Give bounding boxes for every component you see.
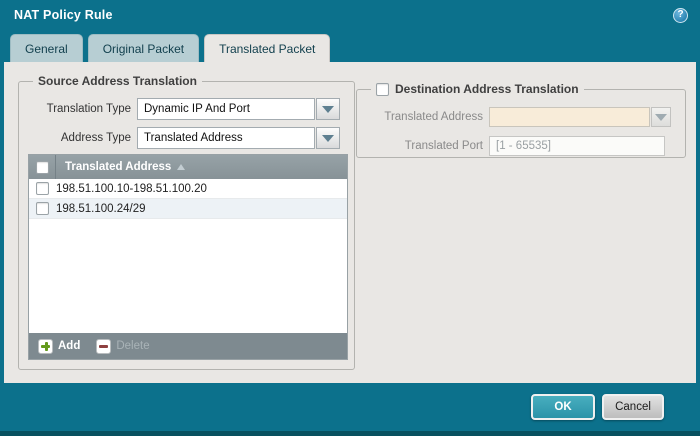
address-cell: 198.51.100.10-198.51.100.20	[56, 182, 207, 195]
sort-ascending-icon	[177, 164, 186, 170]
translated-port-input-disabled	[489, 136, 665, 156]
ok-button[interactable]: OK	[531, 394, 595, 420]
title-bar: NAT Policy Rule ?	[0, 0, 700, 30]
row-checkbox[interactable]	[36, 202, 49, 215]
translated-port-row: Translated Port	[365, 135, 679, 157]
source-section-legend: Source Address Translation	[33, 74, 202, 88]
destination-section-legend: Destination Address Translation	[371, 82, 584, 96]
table-row[interactable]: 198.51.100.10-198.51.100.20	[29, 179, 347, 199]
address-cell: 198.51.100.24/29	[56, 202, 146, 215]
address-type-label: Address Type	[60, 132, 131, 144]
add-button[interactable]: Add	[38, 338, 80, 354]
minus-icon	[96, 338, 112, 354]
header-checkbox-cell	[29, 155, 56, 179]
destination-legend-label: Destination Address Translation	[395, 82, 579, 96]
plus-icon	[38, 338, 53, 354]
address-type-select[interactable]: Translated Address	[137, 127, 315, 149]
translation-type-label: Translation Type	[46, 103, 131, 115]
nat-policy-rule-dialog: NAT Policy Rule ? General Original Packe…	[0, 0, 700, 436]
source-legend-label: Source Address Translation	[38, 74, 197, 88]
tab-content: Source Address Translation Translation T…	[4, 62, 696, 383]
table-header-row: Translated Address	[29, 155, 347, 179]
translated-address-table: Translated Address 198.51.100.10-198.51.…	[28, 154, 348, 360]
translated-address-row: Translated Address	[365, 106, 679, 128]
row-checkbox[interactable]	[36, 182, 49, 195]
table-toolbar: Add Delete	[29, 333, 347, 359]
tab-general[interactable]: General	[10, 34, 83, 62]
chevron-down-icon	[655, 113, 667, 121]
chevron-down-icon	[322, 134, 334, 142]
cancel-button[interactable]: Cancel	[602, 394, 664, 420]
translated-port-label: Translated Port	[404, 140, 483, 152]
dialog-button-bar: OK Cancel	[0, 383, 700, 436]
translated-address-label: Translated Address	[384, 111, 483, 123]
tab-bar: General Original Packet Translated Packe…	[0, 30, 700, 62]
tab-original-packet[interactable]: Original Packet	[87, 34, 200, 62]
translated-address-select-disabled	[489, 107, 650, 127]
translation-type-row: Translation Type Dynamic IP And Port	[27, 98, 348, 120]
translation-type-dropdown-button[interactable]	[316, 98, 340, 120]
tab-translated-packet[interactable]: Translated Packet	[204, 34, 331, 62]
destination-address-translation-section: Destination Address Translation Translat…	[356, 82, 686, 158]
translation-type-select[interactable]: Dynamic IP And Port	[137, 98, 315, 120]
address-type-row: Address Type Translated Address	[27, 127, 348, 149]
translated-address-dropdown-button-disabled	[651, 107, 671, 127]
help-icon[interactable]: ?	[673, 7, 688, 23]
destination-enable-checkbox[interactable]	[376, 82, 389, 96]
delete-button: Delete	[96, 338, 150, 354]
address-type-dropdown-button[interactable]	[316, 127, 340, 149]
select-all-checkbox[interactable]	[35, 160, 49, 174]
chevron-down-icon	[322, 105, 334, 113]
source-address-translation-section: Source Address Translation Translation T…	[18, 74, 355, 370]
translated-address-column-header[interactable]: Translated Address	[56, 161, 186, 173]
table-body: 198.51.100.10-198.51.100.20 198.51.100.2…	[29, 179, 347, 333]
dialog-title: NAT Policy Rule	[14, 8, 113, 22]
table-row[interactable]: 198.51.100.24/29	[29, 199, 347, 219]
